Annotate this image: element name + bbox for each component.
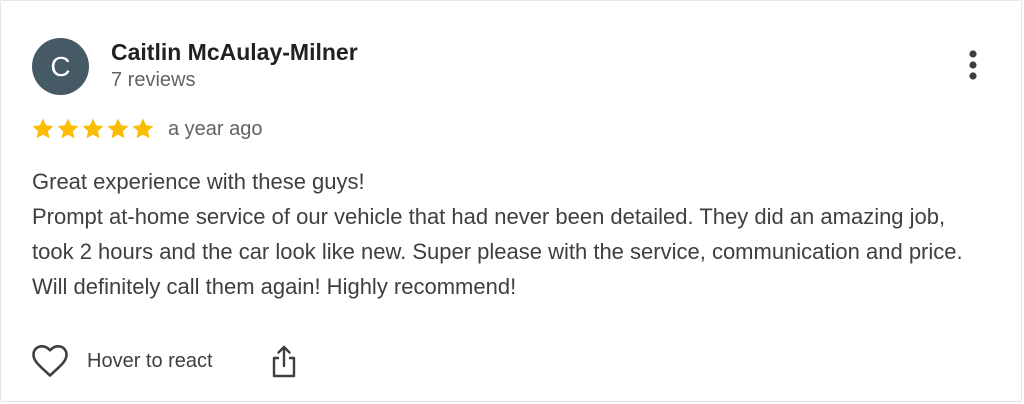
more-options-button[interactable] bbox=[957, 45, 989, 85]
review-text: Great experience with these guys! Prompt… bbox=[32, 164, 992, 304]
share-button[interactable] bbox=[267, 341, 301, 381]
review-card: C Caitlin McAulay-Milner 7 reviews a yea… bbox=[0, 0, 1022, 402]
react-label: Hover to react bbox=[87, 349, 213, 372]
star-icon bbox=[57, 118, 79, 139]
avatar[interactable]: C bbox=[32, 38, 89, 95]
reviewer-review-count[interactable]: 7 reviews bbox=[111, 67, 195, 93]
more-vert-icon bbox=[969, 50, 977, 80]
rating-row: a year ago bbox=[31, 115, 263, 143]
star-rating bbox=[31, 117, 156, 141]
star-icon bbox=[132, 118, 154, 139]
review-actions: Hover to react bbox=[31, 341, 301, 381]
review-text-line: Prompt at-home service of our vehicle th… bbox=[32, 204, 963, 299]
heart-outline-icon bbox=[32, 345, 68, 377]
star-icon bbox=[32, 118, 54, 139]
share-icon bbox=[272, 345, 295, 378]
react-button[interactable]: Hover to react bbox=[31, 343, 213, 379]
star-icon bbox=[82, 118, 104, 139]
star-icon bbox=[107, 118, 129, 139]
review-date: a year ago bbox=[168, 118, 263, 140]
review-text-line: Great experience with these guys! bbox=[32, 169, 365, 194]
author-name[interactable]: Caitlin McAulay-Milner bbox=[111, 38, 358, 66]
